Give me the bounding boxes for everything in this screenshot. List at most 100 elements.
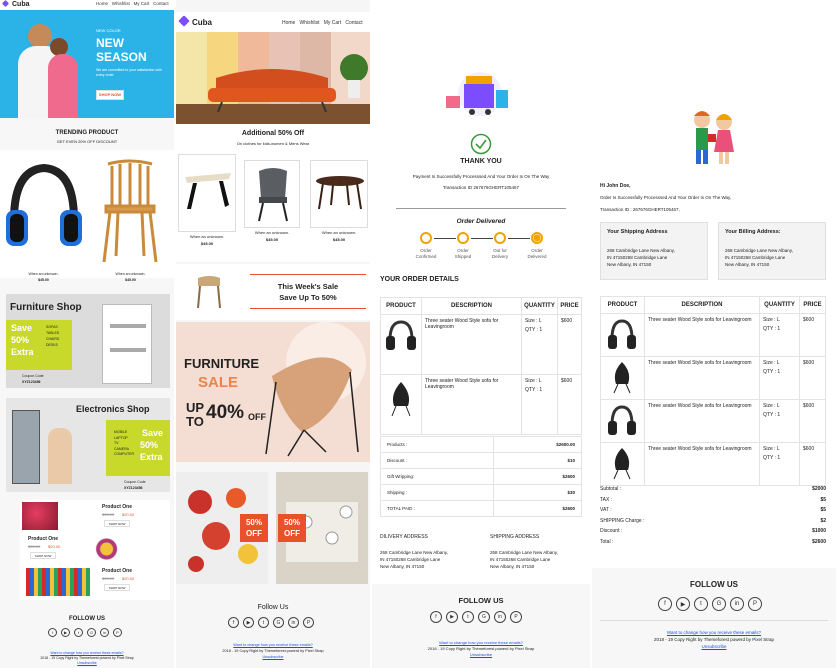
- linkedin-icon[interactable]: in: [100, 628, 109, 637]
- email-template-1: Cuba Home Whishlist My Cart Contact NEW …: [0, 0, 174, 668]
- copyright: 2018 - 19 Copy Right by Themeforest powe…: [40, 656, 134, 660]
- row-2-description: Three seater Wood Style sofa for Leaving…: [421, 374, 522, 435]
- electronics-coupon-code: XYZ123456: [124, 486, 143, 490]
- product-3-price: $20.00: [122, 576, 135, 581]
- change-email-link[interactable]: Want to change how you receive these ema…: [176, 643, 370, 647]
- nav-whishlist[interactable]: Whishlist: [112, 1, 130, 6]
- product-1-price: $20.00: [122, 512, 135, 517]
- row-1-description: Three seater Wood Style sofa for Leaving…: [644, 313, 760, 357]
- facebook-icon[interactable]: f: [48, 628, 57, 637]
- nav-home[interactable]: Home: [96, 1, 108, 6]
- hero-small: NEW COLOR: [96, 28, 121, 33]
- table-row: Three seater Wood Style sofa for Leaving…: [600, 356, 826, 400]
- furniture-sale-banner[interactable]: FURNITURE SALE UP TO 40% OFF: [176, 322, 370, 462]
- google-plus-icon[interactable]: G: [273, 617, 284, 628]
- nav-cart[interactable]: My Cart: [134, 1, 150, 6]
- banner-percent: 40%: [206, 402, 245, 423]
- dining-image-card[interactable]: 50% OFF: [276, 472, 368, 584]
- product-3-name: Product One: [102, 568, 133, 574]
- google-plus-icon[interactable]: G: [87, 628, 96, 637]
- unsubscribe-link[interactable]: Unsubscribe: [592, 644, 836, 649]
- offer-item-2[interactable]: [244, 160, 300, 228]
- row-2-price: $600: [557, 374, 582, 435]
- facebook-icon[interactable]: f: [430, 611, 442, 623]
- linkedin-icon[interactable]: in: [494, 611, 506, 623]
- badge-1-off: OFF: [246, 529, 262, 538]
- unsubscribe-link[interactable]: Unsubscribe: [176, 655, 370, 659]
- discount-badge-2: 50% OFF: [278, 514, 306, 542]
- youtube-icon[interactable]: ▶: [243, 617, 254, 628]
- nav-cart[interactable]: My Cart: [324, 20, 342, 26]
- step-delivery-icon: [494, 232, 506, 244]
- nav-contact[interactable]: Contact: [345, 20, 362, 26]
- row-3-price: $600: [799, 399, 826, 443]
- product-2-price: $20.00: [48, 544, 61, 549]
- product-2-shop-button[interactable]: SHOP NOW: [30, 552, 56, 559]
- summary-row: SHIPPING Charge : $2: [600, 517, 826, 524]
- offer-item-1[interactable]: [178, 154, 236, 232]
- header-bar: Cuba Home Whishlist My Cart Contact: [0, 0, 174, 10]
- product-image: [380, 374, 422, 435]
- product-1-shop-button[interactable]: SHOP NOW: [104, 520, 130, 527]
- product-grid: Product One $35.00 $20.00 SHOP NOW Produ…: [20, 500, 170, 600]
- stool-image: [197, 276, 221, 309]
- twitter-icon[interactable]: t: [74, 628, 83, 637]
- brand-logo[interactable]: Cuba: [1, 0, 30, 8]
- sofa-image: [176, 54, 370, 124]
- change-email-link[interactable]: Want to change how you receive these ema…: [592, 630, 836, 635]
- product-3-shop-button[interactable]: SHOP NOW: [104, 584, 130, 591]
- shop-now-button[interactable]: SHOP NOW: [96, 90, 124, 100]
- electronics-shop-banner[interactable]: Electronics Shop Save 50% Extra MOBILE LA…: [6, 398, 170, 492]
- twitter-icon[interactable]: t: [258, 617, 269, 628]
- col-product: PRODUCT: [600, 296, 645, 314]
- facebook-icon[interactable]: f: [658, 597, 672, 611]
- youtube-icon[interactable]: ▶: [61, 628, 70, 637]
- summary: Subtotal : $2000 TAX : $5 VAT : $5 SHIPPING…: [600, 484, 826, 548]
- step-3-label: Out for Delivery: [491, 248, 509, 259]
- youtube-icon[interactable]: ▶: [446, 611, 458, 623]
- google-plus-icon[interactable]: G: [478, 611, 490, 623]
- linkedin-icon[interactable]: in: [730, 597, 744, 611]
- pinterest-icon[interactable]: P: [510, 611, 522, 623]
- social-icons: f ▶ t G in P: [228, 617, 314, 628]
- nav: Home Whishlist My Cart Contact: [282, 20, 363, 26]
- billing-address-box: Your Billing Address: 268 Cambridge Lane…: [718, 222, 826, 280]
- table-header: PRODUCT DESCRIPTION QUANTITY PRICE: [380, 297, 582, 315]
- offer-subtitle: On clothes for kids,women & Mens Wear: [236, 141, 310, 146]
- furniture-title: Furniture Shop: [10, 302, 82, 313]
- google-plus-icon[interactable]: G: [712, 597, 726, 611]
- offer-item-2-price: $45.00: [265, 237, 279, 242]
- social-icons: f ▶ t G in P: [658, 597, 762, 611]
- nav-home[interactable]: Home: [282, 20, 295, 26]
- product-1-name: Product One: [102, 504, 133, 510]
- nav-contact[interactable]: Contact: [153, 1, 169, 6]
- furniture-shop-banner[interactable]: Furniture Shop Save 50% Extra SOFAS TABLE…: [6, 294, 170, 388]
- fridge-image: [12, 410, 40, 484]
- unsubscribe-link[interactable]: Unsubscribe: [0, 661, 174, 665]
- linkedin-icon[interactable]: in: [288, 617, 299, 628]
- drinks-image-card[interactable]: 50% OFF: [176, 472, 268, 584]
- hero-title-2: SEASON: [96, 50, 147, 64]
- banner-up: UP: [186, 400, 205, 415]
- copyright: 2018 - 19 Copy Right by Themeforest powe…: [427, 646, 535, 651]
- pinterest-icon[interactable]: P: [748, 597, 762, 611]
- nav-whishlist[interactable]: Whishlist: [300, 20, 320, 26]
- offer-item-1-name: When an unknown.: [189, 234, 225, 239]
- facebook-icon[interactable]: f: [228, 617, 239, 628]
- offer-item-2-name: When an unknown.: [254, 230, 290, 235]
- order-details-title: YOUR ORDER DETAILS: [380, 276, 459, 283]
- unsubscribe-link[interactable]: Unsubscribe: [372, 652, 590, 657]
- pinterest-icon[interactable]: P: [303, 617, 314, 628]
- trending-item-1-name: When an unknown.: [28, 272, 59, 276]
- divider: [396, 208, 566, 209]
- step-2-label: Order Shipped: [454, 248, 472, 259]
- twitter-icon[interactable]: t: [462, 611, 474, 623]
- twitter-icon[interactable]: t: [694, 597, 708, 611]
- pinterest-icon[interactable]: P: [113, 628, 122, 637]
- change-email-link[interactable]: Want to change how you receive these ema…: [0, 651, 174, 655]
- step-delivered-icon: [531, 232, 543, 244]
- offer-item-3[interactable]: [310, 160, 368, 228]
- change-email-link[interactable]: Want to change how you receive these ema…: [372, 640, 590, 645]
- youtube-icon[interactable]: ▶: [676, 597, 690, 611]
- brand-logo[interactable]: Cuba: [178, 15, 212, 27]
